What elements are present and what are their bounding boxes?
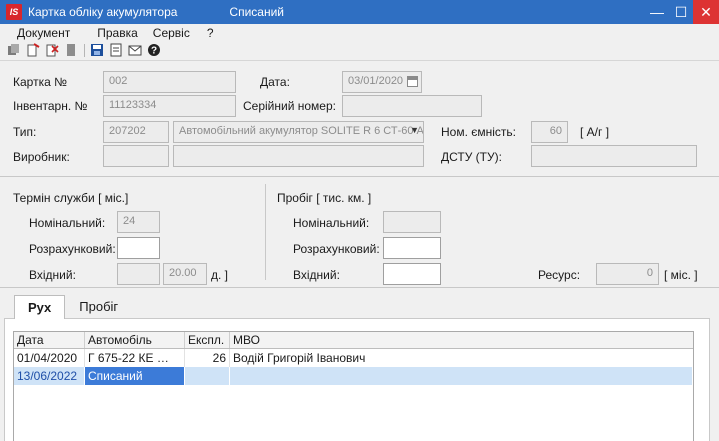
mileage-calc-label: Розрахунковий: <box>293 242 380 256</box>
close-button[interactable]: ✕ <box>693 0 719 24</box>
stamp-icon[interactable] <box>63 43 78 58</box>
column-header-responsible[interactable]: МВО <box>230 332 693 348</box>
resource-unit: [ міс. ] <box>664 268 698 282</box>
section-divider <box>0 176 719 177</box>
mileage-nominal-field[interactable] <box>383 211 441 233</box>
serial-number-field[interactable] <box>342 95 482 117</box>
table-cell-vehicle[interactable]: Г 675-22 КЕ … <box>85 349 185 367</box>
table-row-selected[interactable]: 13/06/2022 Списаний <box>14 367 693 385</box>
tab-movement[interactable]: Рух <box>14 295 66 319</box>
mileage-calc-field[interactable] <box>383 237 441 259</box>
copy-icon[interactable] <box>6 43 21 58</box>
chevron-down-icon[interactable]: ▼ <box>410 125 419 135</box>
service-life-input-label: Вхідний: <box>29 268 76 282</box>
type-name-value: Автомобільний акумулятор SOLITE R 6 СТ-6… <box>179 125 424 137</box>
column-header-vehicle[interactable]: Автомобіль <box>85 332 185 348</box>
tabs-divider <box>0 287 719 288</box>
date-field[interactable]: 03/01/2020 <box>342 71 422 93</box>
toolbar-separator <box>84 43 85 57</box>
service-life-title: Термін служби [ міс.] <box>13 191 129 205</box>
mail-icon[interactable] <box>127 43 142 58</box>
table-cell-date[interactable]: 01/04/2020 <box>14 349 85 367</box>
manufacturer-code-field[interactable] <box>103 145 169 167</box>
dstu-field[interactable] <box>531 145 697 167</box>
table-cell-date[interactable]: 13/06/2022 <box>14 367 85 385</box>
title-bar: IS Картка обліку акумулятора Списаний — … <box>0 0 719 24</box>
window-controls: — ☐ ✕ <box>645 0 719 24</box>
date-value: 03/01/2020 <box>348 75 404 87</box>
help-icon[interactable]: ? <box>146 43 161 58</box>
mileage-nominal-label: Номінальний: <box>293 216 370 230</box>
menu-help[interactable]: ? <box>207 26 214 40</box>
table-cell-vehicle[interactable]: Списаний <box>85 367 185 385</box>
toolbar-divider <box>0 60 719 61</box>
window-edge <box>711 318 719 441</box>
resource-field[interactable]: 0 <box>596 263 659 285</box>
menu-document[interactable]: Документ <box>17 26 70 40</box>
table-header: Дата Автомобіль Експл. МВО <box>14 332 693 349</box>
mileage-input-label: Вхідний: <box>293 268 340 282</box>
resource-label: Ресурс: <box>538 268 581 282</box>
table-row[interactable]: 01/04/2020 Г 675-22 КЕ … 26 Водій Григор… <box>14 349 693 367</box>
window-title: Картка обліку акумулятора <box>28 5 178 19</box>
app-logo-icon: IS <box>6 4 22 20</box>
table-cell-operation[interactable] <box>185 367 230 385</box>
svg-text:?: ? <box>150 46 156 57</box>
settings-doc-icon[interactable] <box>108 43 123 58</box>
save-icon[interactable] <box>89 43 104 58</box>
movement-table: Дата Автомобіль Експл. МВО 01/04/2020 Г … <box>13 331 694 441</box>
service-life-calc-label: Розрахунковий: <box>29 242 116 256</box>
type-label: Тип: <box>13 125 37 139</box>
group-separator <box>265 184 266 280</box>
capacity-label: Ном. ємність: <box>441 125 517 139</box>
manufacturer-name-field[interactable] <box>173 145 424 167</box>
type-name-dropdown[interactable]: Автомобільний акумулятор SOLITE R 6 СТ-6… <box>173 121 424 143</box>
new-doc-icon[interactable] <box>25 43 40 58</box>
toolbar: ? <box>0 41 719 59</box>
tab-mileage[interactable]: Пробіг <box>65 295 132 319</box>
capacity-unit: [ А/г ] <box>580 125 610 139</box>
calendar-icon[interactable] <box>407 76 418 87</box>
manufacturer-label: Виробник: <box>13 150 70 164</box>
serial-number-label: Серійний номер: <box>243 99 336 113</box>
service-life-input-field[interactable] <box>117 263 160 285</box>
service-life-calc-field[interactable] <box>117 237 160 259</box>
capacity-field[interactable]: 60 <box>531 121 568 143</box>
type-code-field[interactable]: 207202 <box>103 121 169 143</box>
card-number-field[interactable]: 002 <box>103 71 236 93</box>
service-life-input-days-field[interactable]: 20.00 <box>163 263 207 285</box>
column-header-date[interactable]: Дата <box>14 332 85 348</box>
menu-service[interactable]: Сервіс <box>153 26 190 40</box>
table-cell-operation[interactable]: 26 <box>185 349 230 367</box>
card-number-label: Картка № <box>13 75 67 89</box>
dstu-label: ДСТУ (ТУ): <box>441 150 502 164</box>
minimize-button[interactable]: — <box>645 0 669 24</box>
window-status: Списаний <box>229 5 284 19</box>
service-life-nominal-field[interactable]: 24 <box>117 211 160 233</box>
inventory-number-field[interactable]: 11123334 <box>103 95 236 117</box>
tab-strip: Рух Пробіг <box>14 295 132 319</box>
service-life-input-unit: д. ] <box>211 268 229 282</box>
delete-doc-icon[interactable] <box>44 43 59 58</box>
date-label: Дата: <box>260 75 290 89</box>
column-header-operation[interactable]: Експл. <box>185 332 230 348</box>
service-life-nominal-label: Номінальний: <box>29 216 106 230</box>
table-cell-responsible[interactable]: Водій Григорій Іванович <box>230 349 693 367</box>
menu-bar: Документ Правка Сервіс ? <box>0 24 719 41</box>
inventory-number-label: Інвентарн. № <box>13 99 88 113</box>
maximize-button[interactable]: ☐ <box>669 0 693 24</box>
mileage-input-field[interactable] <box>383 263 441 285</box>
table-cell-responsible[interactable] <box>230 367 693 385</box>
mileage-title: Пробіг [ тис. км. ] <box>277 191 372 205</box>
menu-edit[interactable]: Правка <box>97 26 138 40</box>
